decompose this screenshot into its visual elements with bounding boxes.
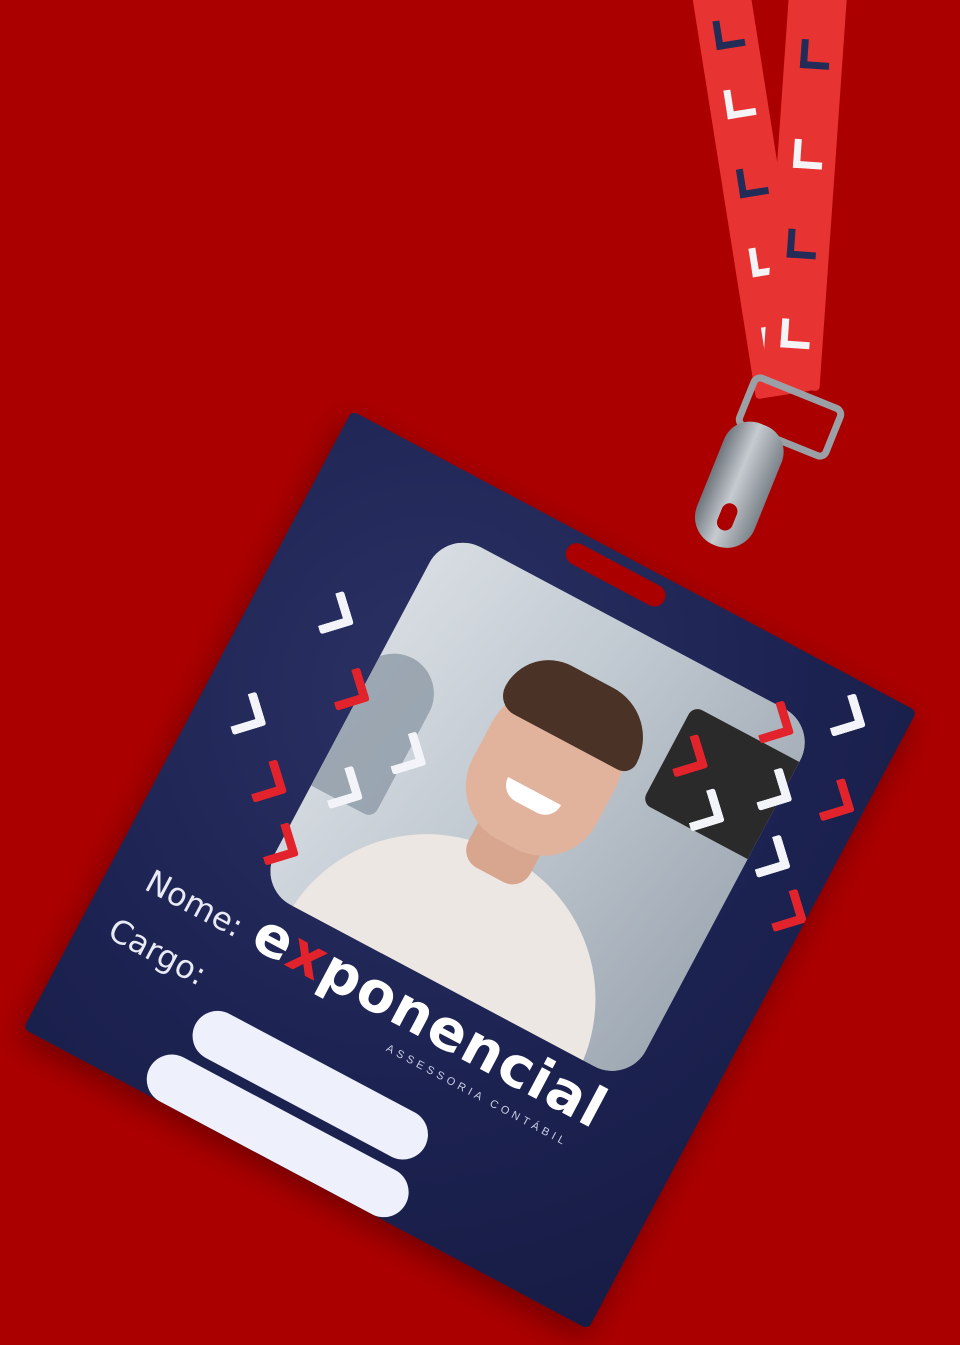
id-badge: exponencial ASSESSORIA CONTÁBIL Nome: Ca… xyxy=(23,410,917,1330)
lanyard-strap-right xyxy=(761,0,848,392)
lanyard-clip-icon xyxy=(685,413,793,557)
scene: exponencial ASSESSORIA CONTÁBIL Nome: Ca… xyxy=(0,0,960,1345)
